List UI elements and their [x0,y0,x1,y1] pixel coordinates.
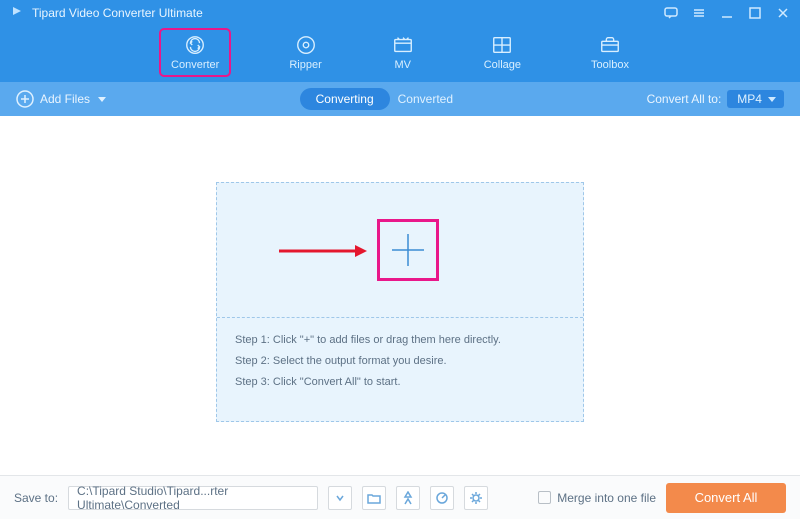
tab-toolbox[interactable]: Toolbox [581,30,639,75]
step-1-text: Step 1: Click "+" to add files or drag t… [235,330,565,351]
convert-all-button[interactable]: Convert All [666,483,786,513]
tab-label: Toolbox [591,59,629,71]
save-path-value: C:\Tipard Studio\Tipard...rter Ultimate\… [77,484,309,512]
merge-label: Merge into one file [557,491,656,505]
output-format-select[interactable]: MP4 [727,90,784,108]
bottom-bar: Save to: C:\Tipard Studio\Tipard...rter … [0,475,800,519]
add-file-plus-button[interactable] [377,219,439,281]
tab-collage[interactable]: Collage [474,30,531,75]
maximize-icon[interactable] [748,6,762,20]
convert-all-to-label: Convert All to: [647,92,722,106]
step-2-text: Step 2: Select the output format you des… [235,351,565,372]
arrow-icon [277,243,367,259]
save-path-dropdown[interactable] [328,486,352,510]
converted-tab[interactable]: Converted [398,92,453,106]
minimize-icon[interactable] [720,6,734,20]
converted-label: Converted [398,92,453,106]
tab-label: Collage [484,59,521,71]
steps-panel: Step 1: Click "+" to add files or drag t… [217,317,583,405]
tab-label: Ripper [289,59,321,71]
save-to-label: Save to: [14,491,58,505]
settings-button[interactable] [464,486,488,510]
main-stage: Step 1: Click "+" to add files or drag t… [0,116,800,467]
close-icon[interactable] [776,6,790,20]
sub-toolbar: Add Files Converting Converted Convert A… [0,82,800,116]
top-tabs: Converter Ripper MV Collage Toolbox [0,26,800,82]
converting-tab[interactable]: Converting [300,88,390,110]
add-files-label: Add Files [40,92,90,106]
drop-zone[interactable]: Step 1: Click "+" to add files or drag t… [216,182,584,422]
converting-label: Converting [316,92,374,106]
tab-label: Converter [171,59,219,71]
step-3-text: Step 3: Click "Convert All" to start. [235,372,565,393]
tab-label: MV [394,59,411,71]
gpu-toggle-button[interactable] [396,486,420,510]
save-path-input[interactable]: C:\Tipard Studio\Tipard...rter Ultimate\… [68,486,318,510]
format-value: MP4 [737,92,762,106]
drop-zone-top [217,183,583,317]
tab-converter[interactable]: Converter [161,30,229,75]
tab-mv[interactable]: MV [382,30,424,75]
high-speed-button[interactable] [430,486,454,510]
tab-ripper[interactable]: Ripper [279,30,331,75]
add-files-button[interactable]: Add Files [16,90,106,108]
open-folder-button[interactable] [362,486,386,510]
title-bar: Tipard Video Converter Ultimate [0,0,800,26]
checkbox-icon [538,491,551,504]
menu-icon[interactable] [692,6,706,20]
app-title: Tipard Video Converter Ultimate [32,6,203,20]
merge-checkbox[interactable]: Merge into one file [538,491,656,505]
feedback-icon[interactable] [664,6,678,20]
chevron-down-icon [98,97,106,102]
convert-all-label: Convert All [695,490,758,505]
app-logo-icon [10,4,24,23]
